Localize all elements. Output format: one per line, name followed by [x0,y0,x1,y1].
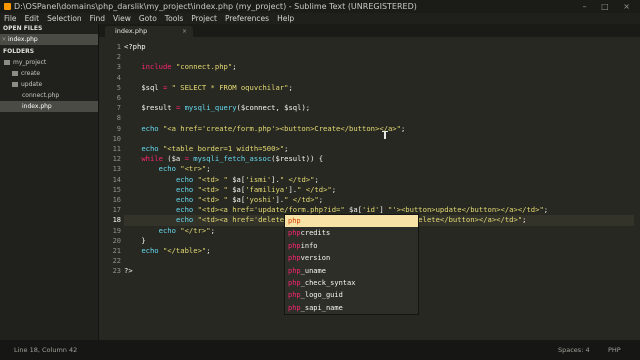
tree-item-connect-php[interactable]: connect.php [0,90,98,101]
code-line[interactable]: echo "<a href='create/form.php'><button>… [124,124,405,134]
line-number: 21 [112,247,121,255]
open-files-header: OPEN FILES [3,25,43,32]
code-line[interactable]: <?php [124,42,146,52]
folder-icon [4,60,10,65]
autocomplete-item[interactable]: phpcredits [285,227,418,239]
menu-edit[interactable]: Edit [21,14,44,23]
line-number-gutter: 1 2 3 4 5 6 7 8 9 10 11 12 13 14 15 16 17 18 19 20 21 22 23 [99,37,121,340]
code-line[interactable]: $sql = " SELECT * FROM oquvchilar"; [124,83,292,93]
menu-goto[interactable]: Goto [135,14,161,23]
line-number: 17 [112,206,121,215]
line-number: 11 [112,145,121,153]
menu-preferences[interactable]: Preferences [221,14,273,23]
open-file-index-php[interactable]: ×index.php [0,34,98,45]
code-line[interactable]: echo "<td> " $a['familiya']." </td>"; [124,185,336,195]
autocomplete-item[interactable]: php_logo_guid [285,289,418,301]
autocomplete-item[interactable]: phpinfo [285,240,418,252]
code-line[interactable]: } [124,236,145,246]
code-line[interactable]: while ($a = mysqli_fetch_assoc($result))… [124,154,323,164]
syntax-mode[interactable]: PHP [608,340,621,360]
line-number: 10 [112,134,121,143]
line-number: 6 [116,94,121,102]
code-line[interactable]: echo "<table border=1 width=500>"; [124,144,288,154]
cursor-position: Line 18, Column 42 [14,346,78,354]
line-number: 4 [116,73,121,82]
line-number: 9 [116,124,121,133]
menu-project[interactable]: Project [187,14,221,23]
autocomplete-item[interactable]: phpversion [285,252,418,264]
tree-item-create[interactable]: create [0,68,98,79]
sidebar: OPEN FILES ×index.php FOLDERS my_project… [0,24,99,340]
autocomplete-item[interactable]: php [285,215,418,228]
menu-help[interactable]: Help [273,14,298,23]
line-number: 22 [112,257,121,266]
code-line[interactable]: echo "</tr>"; [124,226,215,236]
code-line[interactable]: echo "<tr>"; [124,164,211,174]
tree-item-my-project[interactable]: my_project [0,57,98,68]
autocomplete-item[interactable]: php_check_syntax [285,277,418,289]
folder-icon [12,71,18,76]
tab-close-icon[interactable]: × [182,26,187,37]
autocomplete-popup[interactable]: php phpcredits phpinfo phpversion php_uname p… [284,214,419,316]
code-line[interactable]: $result = mysqli_query($connect, $sql); [124,103,310,113]
line-number: 19 [112,226,121,235]
line-number: 18 [112,216,121,225]
line-number: 3 [116,63,121,72]
window-title: D:\OSPanel\domains\php_darslik\my_projec… [14,2,417,11]
line-number: 23 [112,267,121,276]
code-line[interactable]: echo "<td> " $a['yoshi']." </td>"; [124,195,323,205]
menu-tools[interactable]: Tools [161,14,187,23]
close-icon[interactable]: × [0,34,8,45]
line-number: 13 [112,165,121,174]
folder-icon [12,82,18,87]
code-line[interactable]: echo "</table>"; [124,246,210,256]
tab-index-php[interactable]: index.php × [105,26,193,37]
sublime-app-icon [4,3,11,10]
status-bar: Line 18, Column 42 Spaces: 4 PHP [0,340,640,360]
autocomplete-item[interactable]: php_sapi_name [285,302,418,314]
line-number: 5 [116,83,121,92]
code-line[interactable]: echo "<td> " $a['ismi']." </td>"; [124,175,319,185]
tree-item-index-php[interactable]: index.php [0,101,98,112]
folders-header: FOLDERS [3,48,35,55]
line-number: 16 [112,196,121,204]
code-line[interactable]: include "connect.php"; [124,62,236,72]
line-number: 1 [116,43,121,51]
line-number: 2 [116,53,121,62]
menu-file[interactable]: File [0,14,21,23]
autocomplete-item[interactable]: php_uname [285,265,418,277]
line-number: 15 [112,185,121,194]
title-bar: D:\OSPanel\domains\php_darslik\my_projec… [0,0,640,13]
tab-bar: index.php × [99,24,640,37]
indentation-setting[interactable]: Spaces: 4 [558,340,590,360]
line-number: 7 [116,104,121,113]
line-number: 12 [112,155,121,164]
mouse-ibeam-cursor [382,131,388,139]
menu-bar: File Edit Selection Find View Goto Tools Projec… [0,13,640,24]
code-line[interactable]: ?> [124,266,133,276]
menu-view[interactable]: View [109,14,135,23]
line-number: 8 [116,114,121,123]
menu-selection[interactable]: Selection [43,14,86,23]
line-number: 20 [112,236,121,245]
window-controls[interactable]: – □ × [583,0,636,13]
tree-item-update[interactable]: update [0,79,98,90]
menu-find[interactable]: Find [86,14,109,23]
line-number: 14 [112,175,121,184]
